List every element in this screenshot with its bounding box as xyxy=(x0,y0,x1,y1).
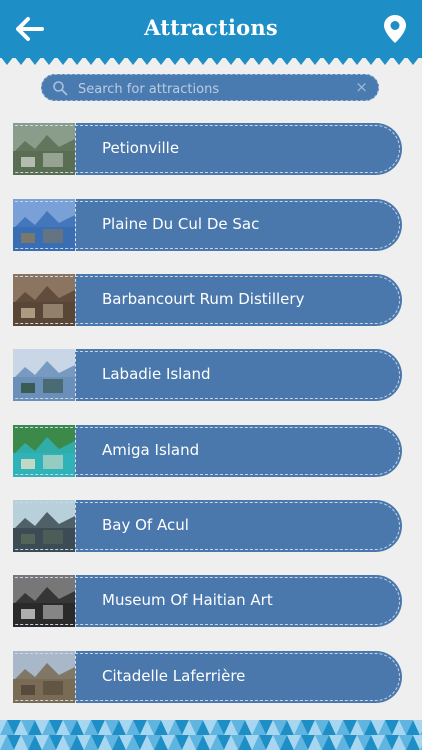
attraction-thumbnail xyxy=(13,425,76,477)
list-item-petionville[interactable]: Petionville xyxy=(13,123,402,175)
attraction-name: Museum Of Haitian Art xyxy=(102,591,273,609)
search-input[interactable] xyxy=(76,78,340,100)
list-item-citadelle-laferriere[interactable]: Citadelle Laferrière xyxy=(13,651,402,703)
attraction-name: Barbancourt Rum Distillery xyxy=(102,290,305,308)
list-item-plaine-du-cul-de-sac[interactable]: Plaine Du Cul De Sac xyxy=(13,199,402,251)
search-icon xyxy=(53,81,68,96)
attraction-name: Bay Of Acul xyxy=(102,516,189,534)
location-button[interactable] xyxy=(382,13,408,45)
attraction-thumbnail xyxy=(13,123,76,175)
page-title: Attractions xyxy=(144,15,278,40)
clear-icon[interactable]: × xyxy=(355,79,368,96)
attraction-name: Plaine Du Cul De Sac xyxy=(102,215,260,233)
list-item-museum-of-haitian-art[interactable]: Museum Of Haitian Art xyxy=(13,575,402,627)
list-item-labadie-island[interactable]: Labadie Island xyxy=(13,349,402,401)
list-item-barbancourt-rum-distillery[interactable]: Barbancourt Rum Distillery xyxy=(13,274,402,326)
app-header: Attractions xyxy=(0,0,422,58)
attraction-thumbnail xyxy=(13,575,76,627)
attraction-thumbnail xyxy=(13,500,76,552)
attraction-name: Petionville xyxy=(102,139,180,157)
search-bar[interactable]: × xyxy=(41,74,379,101)
map-pin-icon xyxy=(384,15,406,43)
attraction-thumbnail xyxy=(13,274,76,326)
attraction-thumbnail xyxy=(13,651,76,703)
list-item-bay-of-acul[interactable]: Bay Of Acul xyxy=(13,500,402,552)
attraction-name: Citadelle Laferrière xyxy=(102,667,246,685)
header-zigzag-edge xyxy=(0,56,422,65)
attraction-thumbnail xyxy=(13,199,76,251)
footer-pattern xyxy=(0,720,422,750)
list-item-amiga-island[interactable]: Amiga Island xyxy=(13,425,402,477)
attraction-thumbnail xyxy=(13,349,76,401)
attraction-name: Amiga Island xyxy=(102,441,200,459)
attraction-name: Labadie Island xyxy=(102,365,211,383)
